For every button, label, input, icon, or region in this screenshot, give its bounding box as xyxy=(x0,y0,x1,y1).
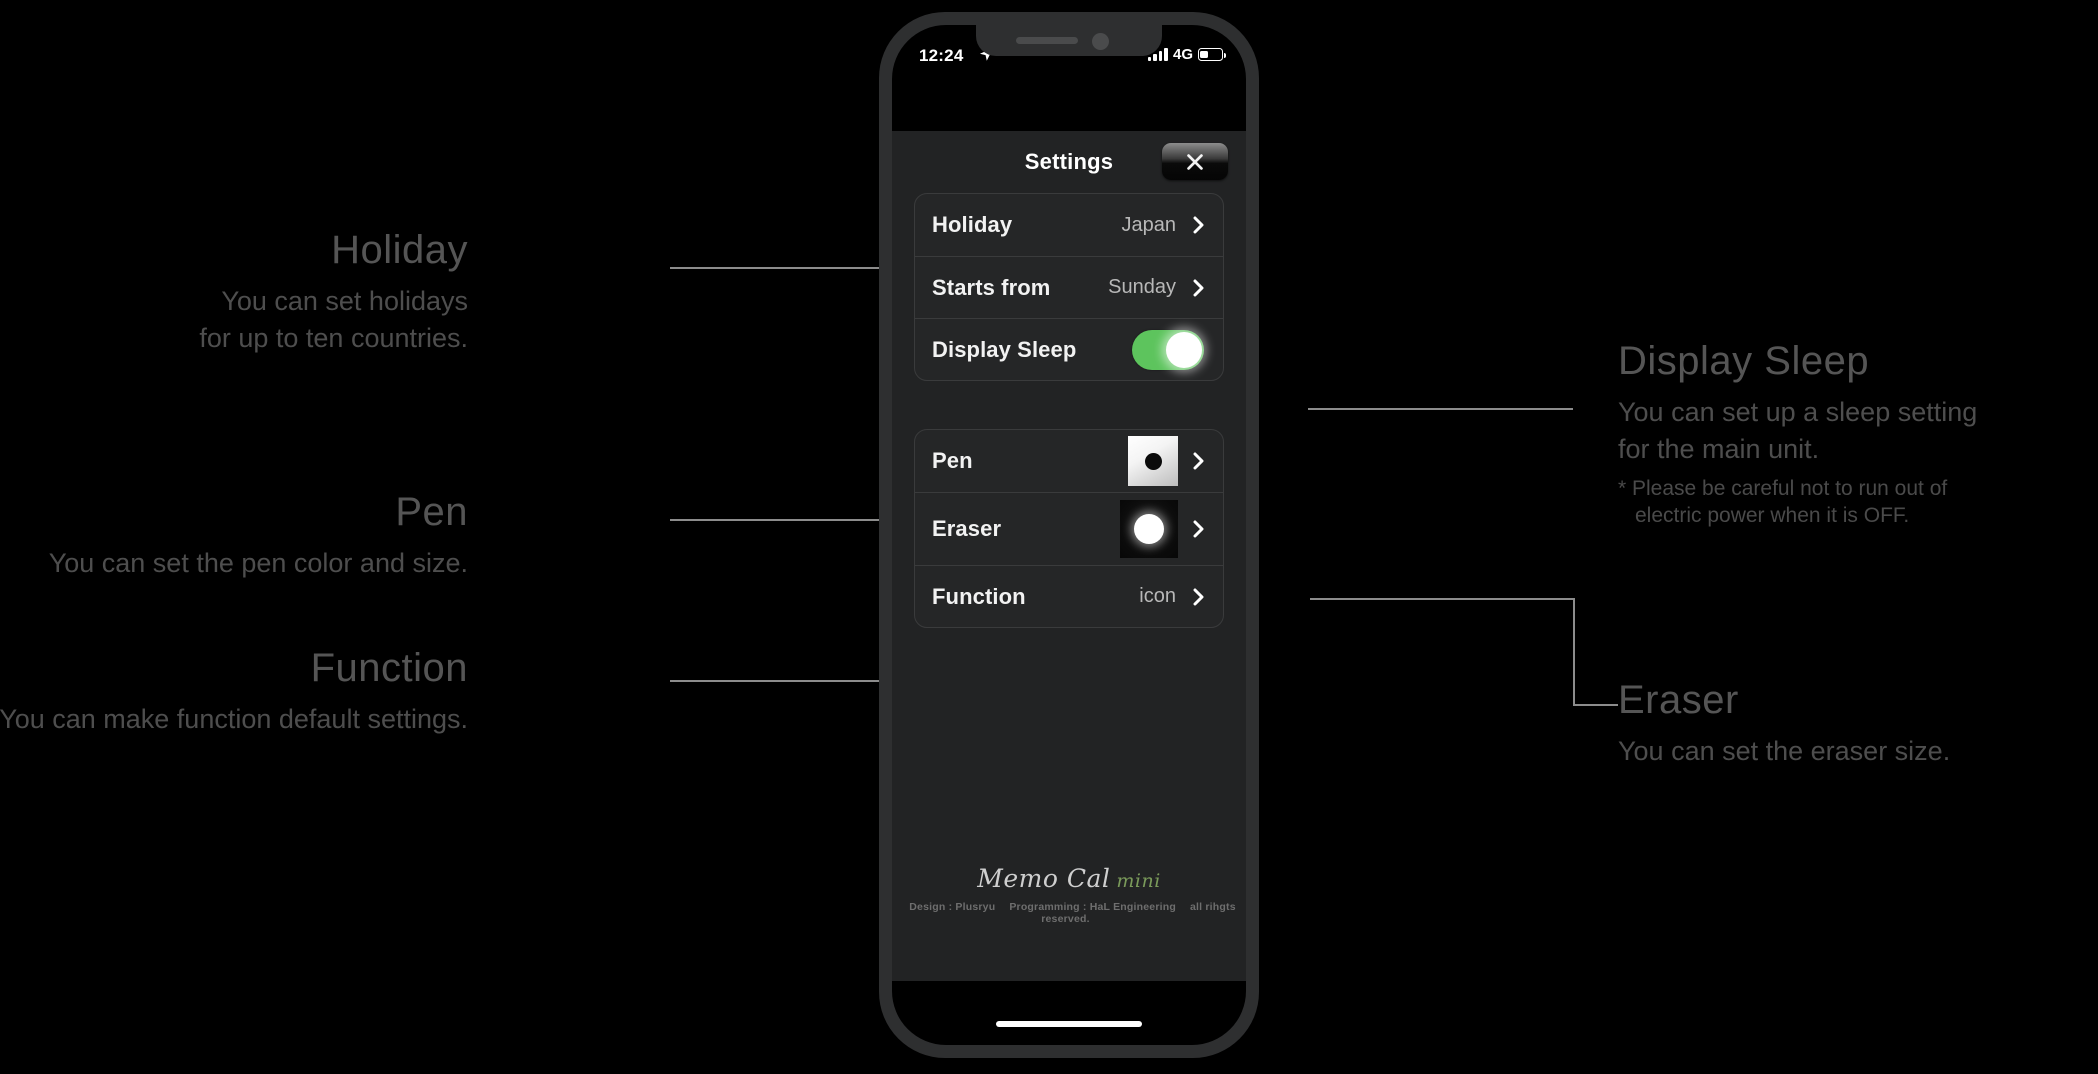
eraser-swatch xyxy=(1120,500,1178,558)
setting-label: Function xyxy=(932,583,1026,609)
app-container: Settings Holiday Japan Starts from Sunda… xyxy=(892,131,1246,981)
toggle-knob xyxy=(1166,331,1202,368)
display-sleep-toggle[interactable] xyxy=(1132,329,1204,370)
leader-line-display-sleep xyxy=(1308,408,1573,410)
leader-line-eraser-top xyxy=(1310,598,1575,600)
annotation-holiday: Holiday You can set holidays for up to t… xyxy=(0,228,468,358)
chevron-right-icon xyxy=(1192,588,1206,606)
setting-row-eraser[interactable]: Eraser xyxy=(915,492,1223,565)
annotation-eraser: Eraser You can set the eraser size. xyxy=(1618,678,1950,770)
setting-row-holiday[interactable]: Holiday Japan xyxy=(915,194,1223,256)
setting-label: Pen xyxy=(932,448,973,473)
setting-label: Display Sleep xyxy=(932,336,1077,362)
annotation-pen-line1: You can set the pen color and size. xyxy=(48,548,468,578)
setting-row-pen[interactable]: Pen xyxy=(915,430,1223,492)
brand-name-suffix: mini xyxy=(1116,870,1161,892)
annotation-display-sleep-note1: * Please be careful not to run out of xyxy=(1618,476,1948,500)
setting-label: Eraser xyxy=(932,516,1002,541)
chevron-right-icon xyxy=(1192,452,1206,470)
phone-screen: 12:24 4G Settings Holiday Japan Starts f… xyxy=(892,25,1246,1045)
brand-name-text: Memo Cal xyxy=(977,864,1111,893)
chevron-right-icon xyxy=(1192,216,1206,234)
earpiece-speaker xyxy=(1016,37,1078,44)
annotation-pen: Pen You can set the pen color and size. xyxy=(0,490,468,582)
annotation-pen-title: Pen xyxy=(395,490,468,534)
setting-row-starts-from[interactable]: Starts from Sunday xyxy=(915,256,1223,318)
leader-line-eraser-vertical xyxy=(1573,598,1575,706)
app-header: Settings xyxy=(892,131,1246,193)
page-title: Settings xyxy=(1024,149,1114,174)
eraser-size-dot xyxy=(1134,514,1164,544)
setting-label: Holiday xyxy=(932,212,1013,237)
setting-value: Japan xyxy=(1121,213,1177,236)
setting-row-display-sleep[interactable]: Display Sleep xyxy=(915,318,1223,380)
settings-group-tools: Pen Eraser Function icon xyxy=(914,429,1224,628)
front-camera xyxy=(1092,33,1109,50)
chevron-right-icon xyxy=(1192,520,1206,538)
pen-swatch xyxy=(1128,436,1178,486)
brand-name: Memo Cal mini xyxy=(892,864,1246,893)
setting-label: Starts from xyxy=(932,274,1051,300)
notch xyxy=(976,25,1162,56)
setting-value: icon xyxy=(1139,585,1176,607)
status-time: 12:24 xyxy=(919,46,964,65)
annotation-holiday-line1: You can set holidays xyxy=(221,286,468,316)
annotation-display-sleep: Display Sleep You can set up a sleep set… xyxy=(1618,339,1977,529)
network-type: 4G xyxy=(1172,46,1193,63)
annotation-holiday-line2: for up to ten countries. xyxy=(199,323,468,354)
pen-size-dot xyxy=(1144,452,1162,470)
status-right-cluster: 4G xyxy=(1147,46,1226,63)
settings-group-calendar: Holiday Japan Starts from Sunday Display… xyxy=(914,193,1224,381)
annotation-eraser-line1: You can set the eraser size. xyxy=(1618,736,1951,766)
setting-row-function[interactable]: Function icon xyxy=(915,565,1223,627)
brand-footer: Memo Cal mini Design : Plusryu Programming… xyxy=(892,864,1246,925)
brand-credits: Design : Plusryu Programming : HaL Engine… xyxy=(892,901,1246,925)
annotation-display-sleep-title: Display Sleep xyxy=(1618,339,1870,383)
annotation-holiday-title: Holiday xyxy=(331,228,468,272)
annotation-display-sleep-line1: You can set up a sleep setting xyxy=(1618,397,1978,427)
close-x-icon xyxy=(1187,153,1203,170)
annotation-display-sleep-line2: for the main unit. xyxy=(1618,434,1820,465)
home-indicator[interactable] xyxy=(996,1021,1142,1027)
annotation-function-line1: You can make function default settings. xyxy=(0,704,468,734)
credit-design: Design : Plusryu xyxy=(909,901,996,913)
credit-programming: Programming : HaL Engineering xyxy=(1009,901,1176,913)
setting-value: Sunday xyxy=(1108,276,1176,298)
annotation-display-sleep-note2: electric power when it is OFF. xyxy=(1635,503,1910,527)
phone-frame: 12:24 4G Settings Holiday Japan Starts f… xyxy=(879,12,1259,1058)
chevron-right-icon xyxy=(1192,279,1206,297)
battery-icon xyxy=(1198,48,1226,61)
close-button[interactable] xyxy=(1162,143,1228,180)
battery-level xyxy=(1200,50,1209,59)
annotation-eraser-title: Eraser xyxy=(1618,678,1739,722)
annotation-function: Function You can make function default s… xyxy=(0,646,468,738)
annotation-function-title: Function xyxy=(310,646,468,690)
leader-line-eraser-bottom xyxy=(1573,704,1618,706)
